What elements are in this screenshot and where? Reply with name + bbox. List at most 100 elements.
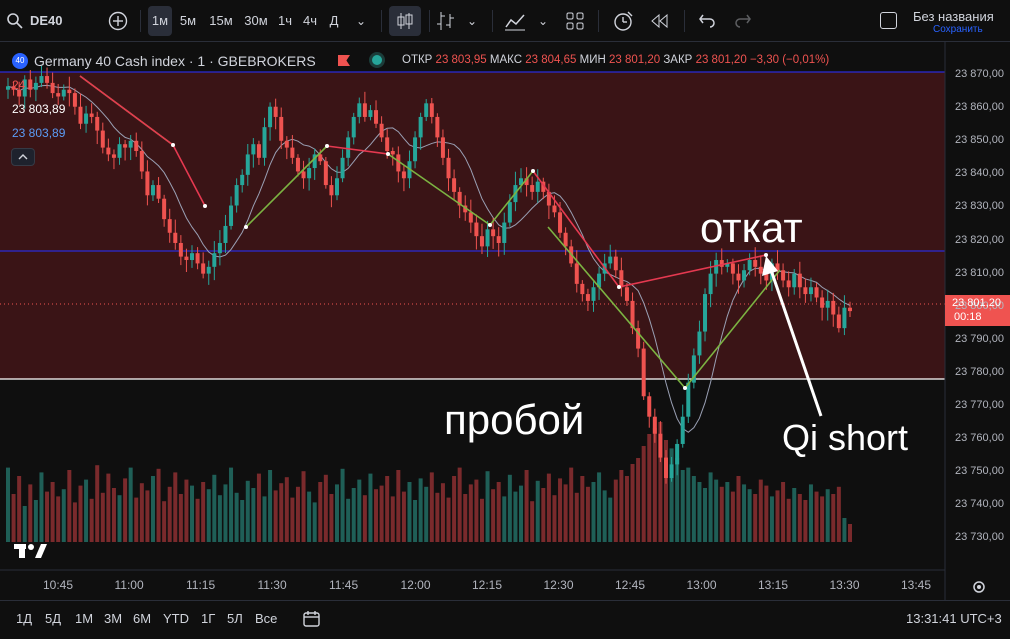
range-button[interactable]: 3М xyxy=(104,611,122,626)
candle-body xyxy=(279,116,284,141)
date-range-calendar-icon[interactable] xyxy=(303,610,323,633)
candle-body xyxy=(150,185,155,196)
symbol-button[interactable]: DE40 xyxy=(30,6,70,36)
separator xyxy=(492,10,493,32)
indicator-bar-icon[interactable] xyxy=(436,10,456,37)
bar-dropdown-icon[interactable]: ⌄ xyxy=(467,14,477,28)
candle-body xyxy=(697,331,702,356)
price-tick-label: 23 830,00 xyxy=(955,200,1004,213)
range-button[interactable]: 1Д xyxy=(16,611,32,626)
volume-bar xyxy=(552,495,557,542)
volume-bar xyxy=(329,494,334,542)
candles-chart-type-icon[interactable] xyxy=(389,6,421,36)
layout-square-icon[interactable] xyxy=(880,12,897,29)
undo-icon[interactable] xyxy=(698,12,716,33)
volume-bar xyxy=(11,494,16,542)
candle-body xyxy=(206,266,211,274)
interval-button[interactable]: 15м xyxy=(204,6,238,36)
volume-bar xyxy=(714,479,719,542)
range-button[interactable]: YTD xyxy=(163,611,189,626)
volume-bar xyxy=(273,490,278,542)
candle-body xyxy=(357,103,362,117)
candle-body xyxy=(95,116,100,131)
candle-body xyxy=(836,314,841,329)
timezone-clock[interactable]: 13:31:41 UTC+3 xyxy=(906,611,1002,626)
signal-annotation[interactable]: Qi short xyxy=(782,416,908,460)
symbol-search-icon[interactable] xyxy=(6,12,24,30)
candle-body xyxy=(256,144,261,158)
range-button[interactable]: 5Д xyxy=(45,611,61,626)
breakout-annotation[interactable]: пробой xyxy=(444,398,584,442)
volume-bar xyxy=(424,486,429,542)
layout-name[interactable]: Без названия xyxy=(913,9,994,24)
candle-body xyxy=(56,93,61,97)
candle-body xyxy=(558,212,563,233)
volume-bar xyxy=(775,490,780,542)
interval-button[interactable]: 1ч xyxy=(274,6,296,36)
candle-body xyxy=(468,212,473,223)
interval-dropdown-icon[interactable]: ⌄ xyxy=(356,14,366,28)
volume-bar xyxy=(446,497,451,542)
volume-bar xyxy=(496,482,501,542)
interval-button[interactable]: 4ч xyxy=(299,6,321,36)
separator xyxy=(381,10,382,32)
volume-bar xyxy=(323,474,328,542)
templates-grid-icon[interactable] xyxy=(566,12,584,35)
time-tick-label: 11:30 xyxy=(257,578,287,592)
volume-bar xyxy=(753,494,758,542)
candle-body xyxy=(647,396,652,417)
interval-button[interactable]: 5м xyxy=(175,6,201,36)
range-button[interactable]: 6М xyxy=(133,611,151,626)
volume-bar xyxy=(719,486,724,542)
volume-bar xyxy=(379,485,384,542)
interval-button[interactable]: Д xyxy=(324,6,344,36)
volume-bar xyxy=(240,500,245,542)
candle-body xyxy=(814,287,819,298)
open-label: ОТКР xyxy=(402,54,433,66)
candle-body xyxy=(45,76,50,83)
layout-save-status[interactable]: Сохранить xyxy=(933,24,983,35)
interval-button[interactable]: 30м xyxy=(241,6,271,36)
axis-settings-gear-icon[interactable] xyxy=(971,579,987,600)
candle-body xyxy=(401,171,406,179)
indicators-icon[interactable] xyxy=(504,11,526,36)
volume-bar xyxy=(78,485,83,542)
candle-body xyxy=(753,260,758,267)
range-button[interactable]: 5Л xyxy=(227,611,243,626)
ask-price[interactable]: 23 803,89 xyxy=(12,126,65,140)
volume-bar xyxy=(820,496,825,542)
candle-body xyxy=(6,86,10,90)
open-value: 23 803,95 xyxy=(435,54,487,66)
candle-body xyxy=(368,110,373,117)
replay-rewind-icon[interactable] xyxy=(650,13,670,34)
time-tick-label: 13:00 xyxy=(686,578,717,592)
candle-body xyxy=(413,137,418,162)
instrument-title[interactable]: Germany 40 Cash index · 1 · GBEBROKERS xyxy=(34,53,316,69)
price-chart[interactable] xyxy=(0,42,1010,600)
volume-bar xyxy=(368,473,373,542)
ohlc-legend: ОТКР 23 803,95 МАКС 23 804,65 МИН 23 801… xyxy=(402,54,829,66)
candle-body xyxy=(507,202,512,223)
candle-body xyxy=(390,151,395,155)
range-button[interactable]: Все xyxy=(255,611,277,626)
candle-body xyxy=(619,270,624,288)
indicators-dropdown-icon[interactable]: ⌄ xyxy=(538,14,548,28)
candle-body xyxy=(89,113,94,117)
volume-bar xyxy=(100,492,105,542)
volume-bar xyxy=(195,498,200,542)
range-button[interactable]: 1Г xyxy=(201,611,215,626)
collapse-legend-button[interactable] xyxy=(11,148,35,166)
candle-body xyxy=(758,266,763,274)
price-tick-label: 23 750,00 xyxy=(955,465,1004,478)
alert-clock-icon[interactable] xyxy=(612,10,634,37)
compare-add-icon[interactable] xyxy=(108,11,128,31)
pullback-annotation[interactable]: откат xyxy=(700,206,803,250)
volume-bar xyxy=(435,492,440,542)
interval-button[interactable]: 1м xyxy=(148,6,172,36)
volume-bar xyxy=(742,484,747,542)
redo-icon[interactable] xyxy=(734,12,752,33)
candle-body xyxy=(825,300,830,308)
bid-price[interactable]: 23 803,89 xyxy=(12,102,65,116)
range-button[interactable]: 1М xyxy=(75,611,93,626)
price-tick-label: 23 790,00 xyxy=(955,332,1004,345)
